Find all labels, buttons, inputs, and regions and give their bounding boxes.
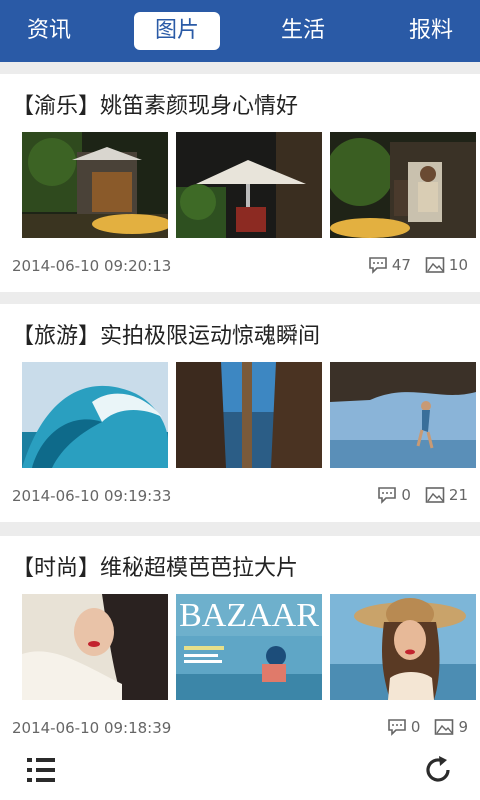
article-thumbnail[interactable] — [176, 362, 322, 468]
bazaar-masthead: BAZAAR — [179, 597, 319, 634]
bottom-toolbar — [0, 742, 480, 800]
article-card[interactable]: 【渝乐】姚笛素颜现身心情好 2014-06-10 09:20:13 47 10 — [0, 74, 480, 292]
article-card[interactable]: 【旅游】实拍极限运动惊魂瞬间 2014-06-10 09:19:33 0 21 — [0, 304, 480, 522]
article-thumbnail[interactable] — [22, 594, 168, 700]
comment-count: 47 — [391, 256, 411, 274]
image-count: 10 — [448, 256, 468, 274]
image-icon — [435, 719, 454, 735]
article-title[interactable]: 【时尚】维秘超模芭芭拉大片 — [12, 550, 298, 582]
article-thumbnail[interactable] — [22, 362, 168, 468]
article-title[interactable]: 【渝乐】姚笛素颜现身心情好 — [12, 88, 298, 120]
comment-count: 0 — [401, 486, 411, 504]
comment-icon — [378, 487, 397, 504]
article-date: 2014-06-10 09:18:39 — [12, 719, 172, 737]
article-thumbnail[interactable] — [330, 362, 476, 468]
article-card[interactable]: 【时尚】维秘超模芭芭拉大片 BAZAAR 2014-06-10 09:18:39… — [0, 536, 480, 742]
comment-icon — [388, 719, 406, 736]
image-count: 21 — [448, 486, 468, 504]
top-tab-bar: 资讯 图片 生活 报料 — [0, 0, 480, 62]
article-title[interactable]: 【旅游】实拍极限运动惊魂瞬间 — [12, 318, 320, 350]
article-date: 2014-06-10 09:19:33 — [12, 487, 172, 505]
article-stats: 0 9 — [387, 717, 468, 737]
article-thumbnail[interactable] — [176, 132, 322, 238]
tab-life[interactable]: 生活 — [264, 12, 342, 50]
comment-icon — [369, 257, 387, 274]
article-date: 2014-06-10 09:20:13 — [12, 257, 172, 275]
article-thumbnail[interactable] — [330, 132, 476, 238]
article-thumbnail[interactable]: BAZAAR — [176, 594, 322, 700]
image-icon — [425, 257, 445, 273]
list-menu-icon[interactable] — [26, 756, 56, 784]
tab-report[interactable]: 报料 — [392, 12, 470, 50]
refresh-icon[interactable] — [422, 754, 454, 786]
tab-news[interactable]: 资讯 — [10, 12, 88, 50]
article-thumbnail[interactable] — [330, 594, 476, 700]
tab-pictures[interactable]: 图片 — [134, 12, 220, 50]
article-stats: 47 10 — [368, 255, 468, 275]
article-stats: 0 21 — [377, 485, 468, 505]
comment-count: 0 — [410, 718, 421, 736]
image-icon — [425, 487, 445, 503]
article-thumbnail[interactable] — [22, 132, 168, 238]
image-count: 9 — [458, 718, 468, 736]
